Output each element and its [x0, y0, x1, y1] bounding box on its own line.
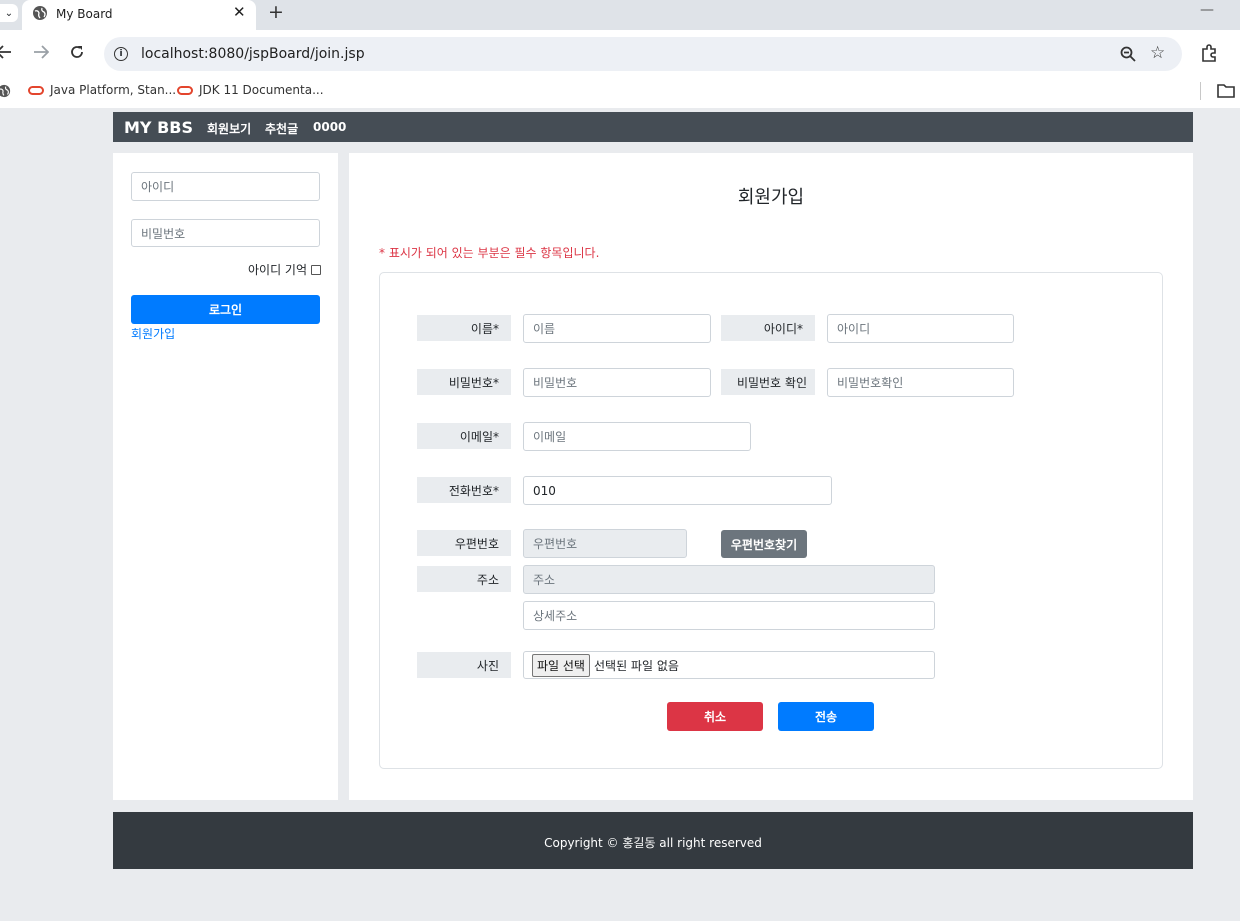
password-label: 비밀번호*: [417, 369, 511, 395]
userid-label: 아이디*: [721, 315, 815, 341]
zoom-icon[interactable]: [1120, 46, 1136, 62]
remember-id-checkbox[interactable]: [311, 264, 322, 275]
minimize-button[interactable]: —: [1200, 2, 1214, 18]
tab-search-chevron-icon[interactable]: ⌄: [0, 4, 18, 22]
userid-input[interactable]: 아이디: [827, 314, 1014, 343]
extensions-icon[interactable]: [1200, 44, 1218, 62]
password-input[interactable]: 비밀번호: [523, 368, 711, 397]
globe-icon: [33, 6, 47, 20]
address-label: 주소: [417, 566, 511, 592]
bookmark-java-platform[interactable]: Java Platform, Stan...: [28, 83, 176, 97]
tab-title: My Board: [56, 7, 113, 21]
oracle-icon: [177, 85, 193, 95]
email-input[interactable]: 이메일: [523, 422, 751, 451]
browser-tabstrip: ⌄ My Board ✕ + —: [0, 0, 1240, 30]
cancel-button[interactable]: 취소: [667, 702, 763, 731]
oracle-icon: [28, 85, 44, 95]
address-input[interactable]: 주소: [523, 565, 935, 594]
page-title: 회원가입: [737, 187, 805, 208]
password-confirm-input[interactable]: 비밀번호확인: [827, 368, 1014, 397]
nav-link-recommended[interactable]: 추천글: [265, 120, 298, 137]
site-info-icon[interactable]: i: [114, 47, 128, 61]
address-detail-input[interactable]: 상세주소: [523, 601, 935, 630]
required-notice: * 표시가 되어 있는 부분은 필수 항목입니다.: [379, 246, 600, 260]
site-navbar: MY BBS 회원보기 추천글 0000: [113, 112, 1193, 142]
copyright-text: Copyright © 홍길동 all right reserved: [544, 836, 762, 850]
photo-file-input[interactable]: 파일 선택 선택된 파일 없음: [523, 651, 935, 679]
tab-close-icon[interactable]: ✕: [233, 3, 246, 21]
name-label: 이름*: [417, 315, 511, 341]
password-confirm-label: 비밀번호 확인: [721, 369, 815, 395]
choose-file-button[interactable]: 파일 선택: [532, 653, 590, 677]
nav-link-members[interactable]: 회원보기: [207, 120, 251, 137]
bookmarks-divider: [1200, 82, 1201, 100]
file-status-text: 선택된 파일 없음: [593, 658, 679, 673]
nav-link-0000[interactable]: 0000: [313, 120, 346, 134]
folder-icon[interactable]: [1217, 84, 1235, 98]
submit-button[interactable]: 전송: [778, 702, 874, 731]
bookmarks-bar: Java Platform, Stan... JDK 11 Documenta.…: [0, 74, 1240, 108]
address-bar[interactable]: i localhost:8080/jspBoard/join.jsp ☆: [104, 37, 1182, 71]
find-zip-button[interactable]: 우편번호찾기: [721, 530, 807, 558]
bookmark-jdk-docs[interactable]: JDK 11 Documenta...: [177, 83, 324, 97]
join-form-card: 이름* 이름 아이디* 아이디 비밀번호* 비밀번호 비밀번호 확인 비밀번호확…: [379, 272, 1163, 769]
remember-id: 아이디 기억: [248, 261, 322, 278]
zip-input[interactable]: 우편번호: [523, 529, 687, 558]
bookmark-star-icon[interactable]: ☆: [1150, 43, 1165, 63]
brand-logo[interactable]: MY BBS: [124, 118, 193, 137]
reload-icon[interactable]: [69, 44, 85, 60]
phone-label: 전화번호*: [417, 477, 511, 503]
forward-arrow-icon[interactable]: [33, 45, 49, 59]
new-tab-button[interactable]: +: [268, 1, 284, 23]
login-sidebar: 아이디 비밀번호 아이디 기억 로그인 회원가입: [113, 153, 338, 800]
join-link[interactable]: 회원가입: [131, 325, 175, 342]
login-id-input[interactable]: 아이디: [131, 172, 320, 201]
login-password-input[interactable]: 비밀번호: [131, 219, 320, 247]
name-input[interactable]: 이름: [523, 314, 711, 343]
globe-icon[interactable]: [0, 84, 11, 98]
photo-label: 사진: [417, 652, 511, 678]
browser-toolbar: i localhost:8080/jspBoard/join.jsp ☆: [0, 30, 1240, 74]
site-footer: Copyright © 홍길동 all right reserved: [113, 812, 1193, 869]
remember-id-label: 아이디 기억: [248, 263, 308, 277]
email-label: 이메일*: [417, 423, 511, 449]
back-arrow-icon[interactable]: [0, 45, 12, 59]
browser-tab[interactable]: My Board ✕: [22, 0, 256, 30]
phone-input[interactable]: 010: [523, 476, 832, 505]
zip-label: 우편번호: [417, 530, 511, 556]
login-button[interactable]: 로그인: [131, 295, 320, 324]
main-content: 회원가입 * 표시가 되어 있는 부분은 필수 항목입니다. 이름* 이름 아이…: [349, 153, 1193, 800]
url-text[interactable]: localhost:8080/jspBoard/join.jsp: [141, 46, 365, 62]
bookmark-label: JDK 11 Documenta...: [199, 83, 324, 97]
bookmark-label: Java Platform, Stan...: [50, 83, 177, 97]
